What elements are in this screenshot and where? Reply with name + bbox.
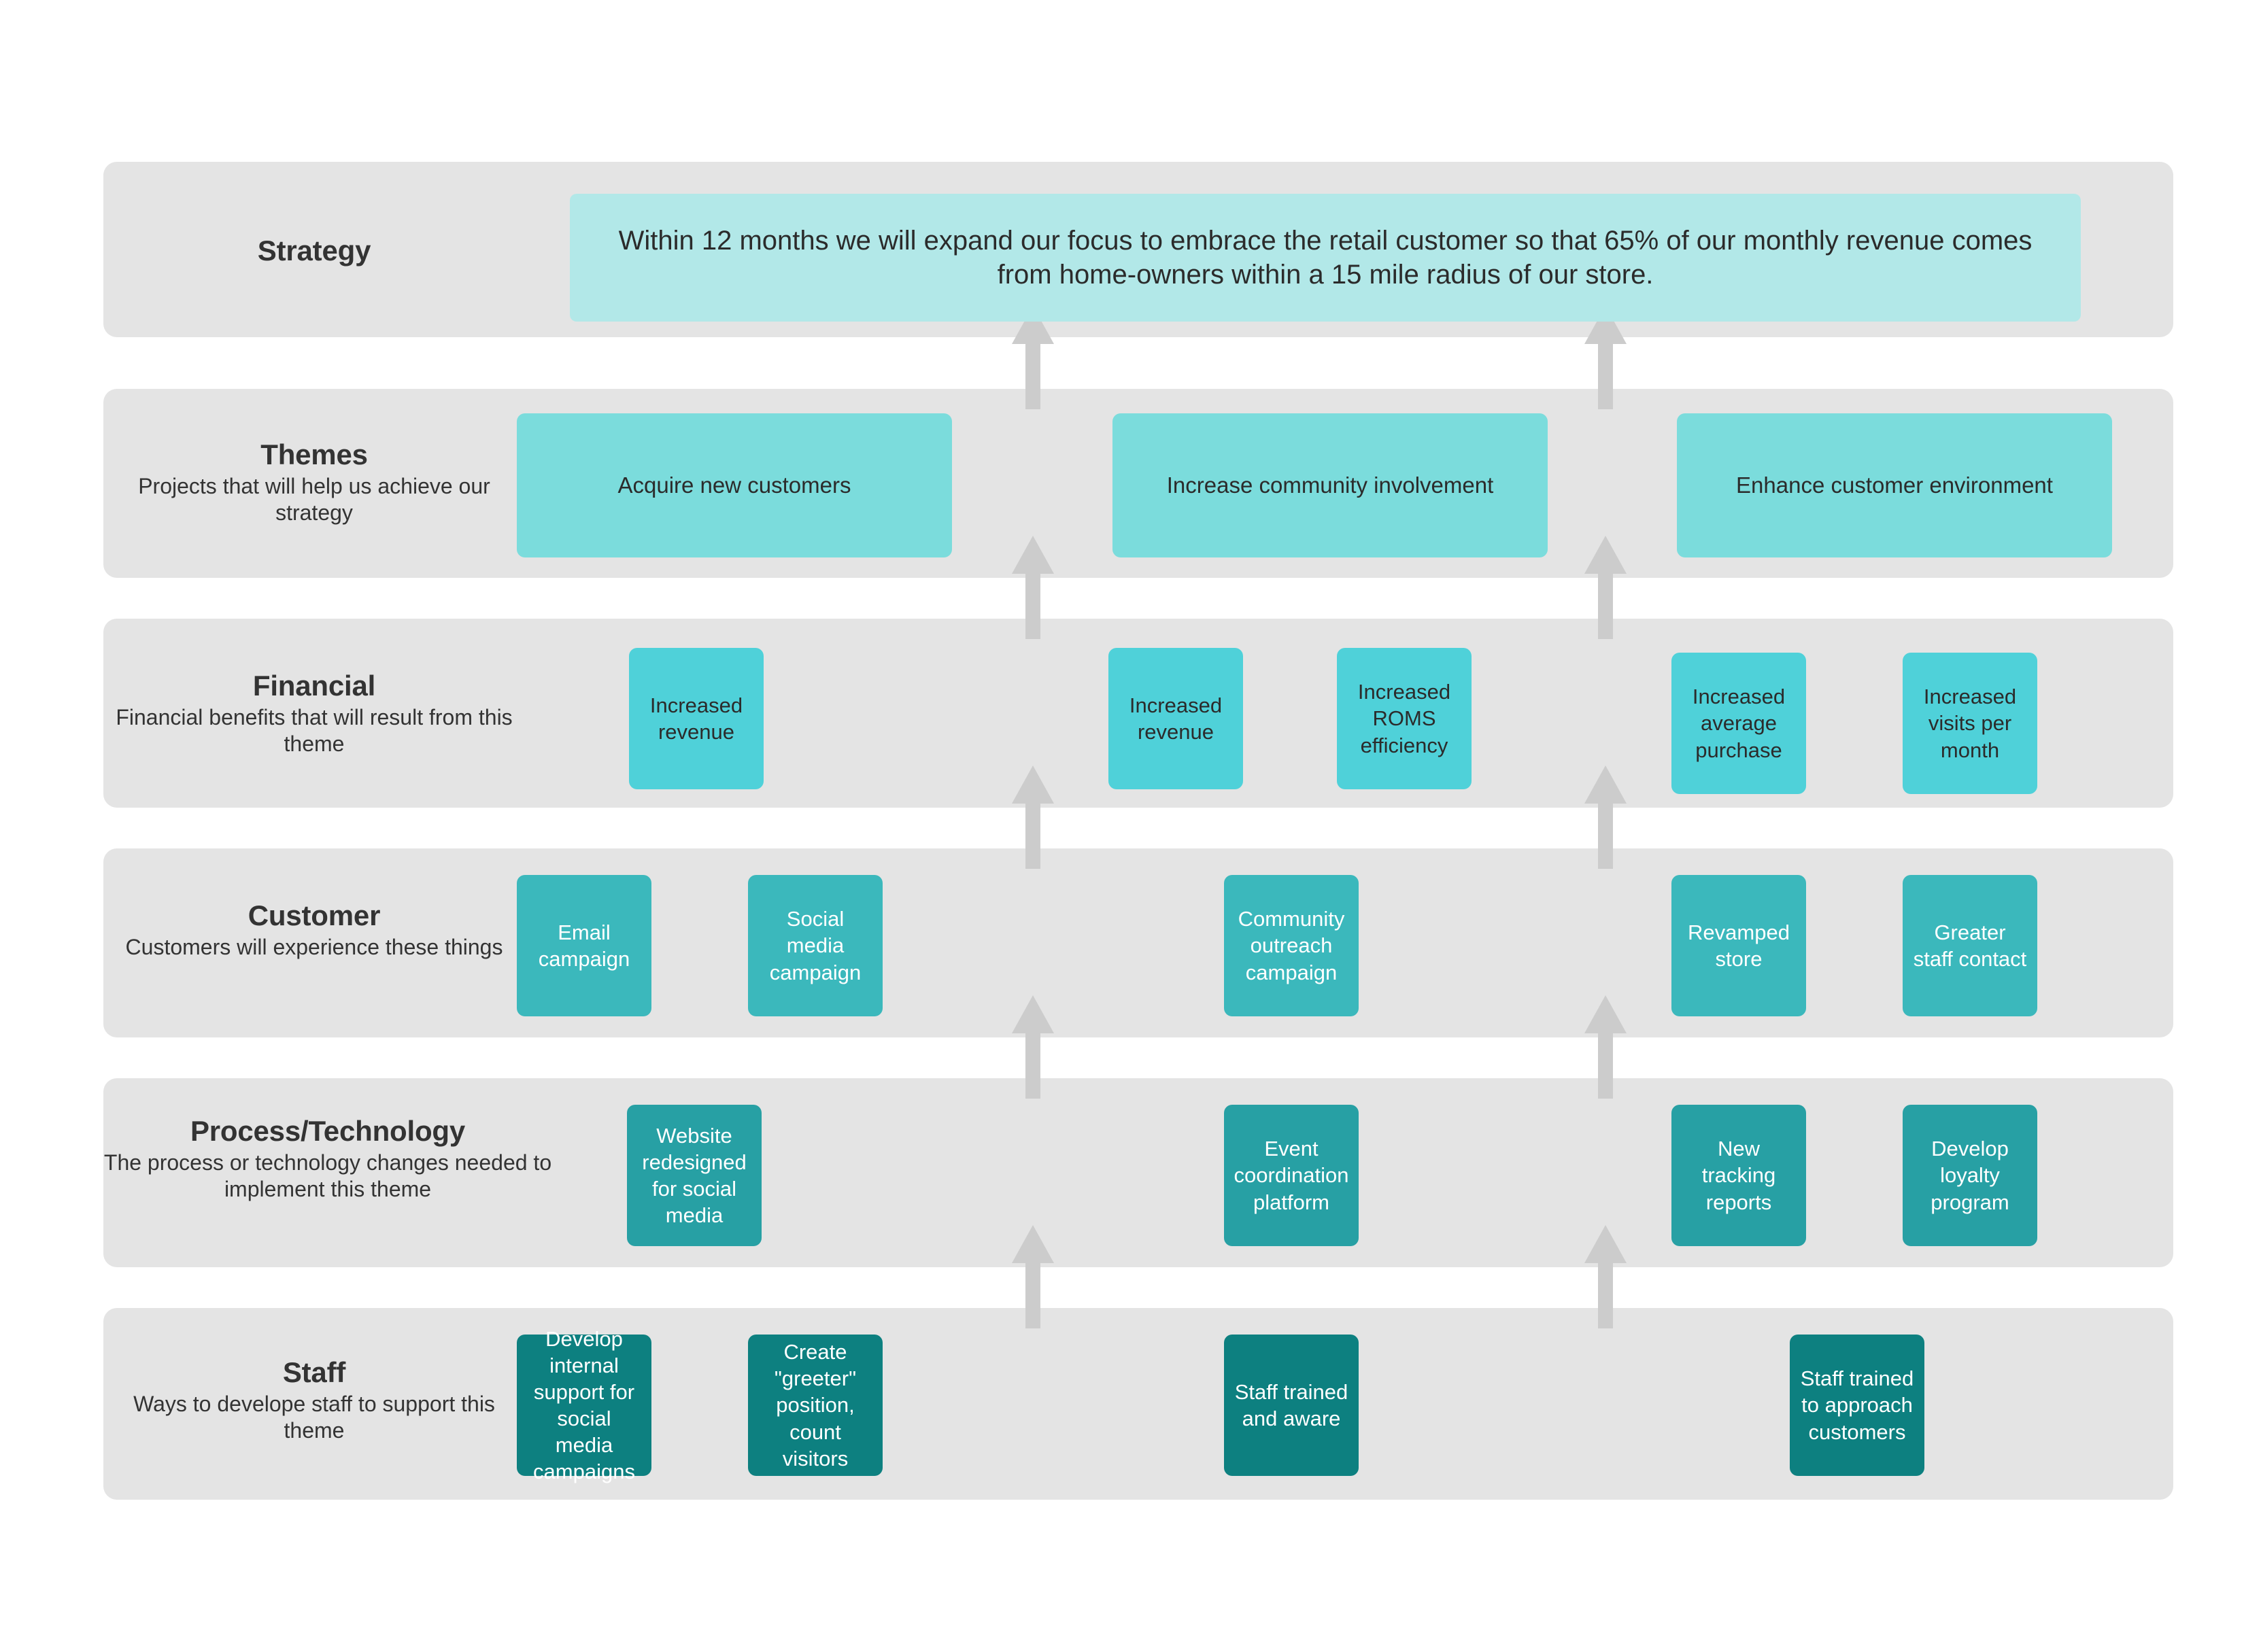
staff-label: Staff trained and aware — [1234, 1379, 1348, 1430]
arrow-up-themes-right — [1584, 536, 1627, 639]
row-title-themes: Themes — [260, 438, 368, 470]
arrow-up-customer-left — [1012, 995, 1054, 1099]
staff-label: Staff trained to approach customers — [1800, 1366, 1914, 1444]
arrow-up-financial-right — [1584, 765, 1627, 869]
financial-box-increased-visits-per-month[interactable]: Increased visits per month — [1903, 653, 2037, 794]
strategy-statement-box[interactable]: Within 12 months we will expand our focu… — [570, 194, 2081, 322]
arrow-up-financial-left — [1012, 765, 1054, 869]
process-box-event-coordination-platform[interactable]: Event coordination platform — [1224, 1105, 1359, 1246]
financial-label: Increased ROMS efficiency — [1357, 680, 1451, 757]
process-label: New tracking reports — [1701, 1137, 1776, 1214]
staff-box-develop-internal-support[interactable]: Develop internal support for social medi… — [517, 1327, 651, 1483]
financial-box-increased-revenue-1[interactable]: Increased revenue — [629, 648, 764, 789]
customer-label: Community outreach campaign — [1238, 907, 1345, 984]
customer-box-email-campaign[interactable]: Email campaign — [517, 875, 651, 1016]
staff-label: Develop internal support for social medi… — [533, 1326, 635, 1484]
row-title-strategy: Strategy — [257, 235, 371, 266]
row-desc-customer: Customers will experience these things — [125, 935, 503, 960]
process-label: Website redesigned for social media — [642, 1123, 747, 1228]
row-title-financial: Financial — [252, 670, 376, 702]
customer-box-community-outreach-campaign[interactable]: Community outreach campaign — [1224, 875, 1359, 1016]
strategy-statement-text: Within 12 months we will expand our focu… — [618, 225, 2033, 290]
row-title-customer: Customer — [248, 899, 381, 931]
customer-box-greater-staff-contact[interactable]: Greater staff contact — [1903, 875, 2037, 1016]
staff-label: Create "greeter" position, count visitor… — [774, 1340, 857, 1470]
row-desc-process: The process or technology changes needed… — [103, 1150, 552, 1202]
staff-box-create-greeter-position[interactable]: Create "greeter" position, count visitor… — [748, 1335, 883, 1476]
row-label-process: Process/Technology The process or techno… — [103, 1115, 552, 1203]
row-title-staff: Staff — [282, 1356, 346, 1388]
staff-box-staff-trained-and-aware[interactable]: Staff trained and aware — [1224, 1335, 1359, 1476]
financial-box-increased-roms-efficiency[interactable]: Increased ROMS efficiency — [1337, 648, 1472, 789]
customer-box-social-media-campaign[interactable]: Social media campaign — [748, 875, 883, 1016]
arrow-up-themes-left — [1012, 536, 1054, 639]
process-box-new-tracking-reports[interactable]: New tracking reports — [1671, 1105, 1806, 1246]
customer-label: Email campaign — [538, 920, 630, 971]
theme-label: Enhance customer environment — [1736, 472, 2053, 498]
financial-label: Increased revenue — [1129, 693, 1223, 744]
customer-label: Revamped store — [1688, 920, 1790, 971]
customer-box-revamped-store[interactable]: Revamped store — [1671, 875, 1806, 1016]
theme-label: Acquire new customers — [617, 472, 851, 498]
theme-box-acquire-new-customers[interactable]: Acquire new customers — [517, 413, 952, 557]
process-box-develop-loyalty-program[interactable]: Develop loyalty program — [1903, 1105, 2037, 1246]
staff-box-staff-trained-to-approach-customers[interactable]: Staff trained to approach customers — [1790, 1335, 1924, 1476]
theme-box-enhance-customer-environment[interactable]: Enhance customer environment — [1677, 413, 2112, 557]
financial-box-increased-revenue-2[interactable]: Increased revenue — [1108, 648, 1243, 789]
row-desc-financial: Financial benefits that will result from… — [116, 705, 513, 757]
row-desc-staff: Ways to develope staff to support this t… — [133, 1392, 495, 1443]
row-desc-themes: Projects that will help us achieve our s… — [138, 474, 490, 526]
customer-label: Greater staff contact — [1913, 920, 2027, 971]
process-label: Event coordination platform — [1234, 1137, 1349, 1214]
row-label-customer: Customer Customers will experience these… — [103, 899, 525, 961]
row-label-financial: Financial Financial benefits that will r… — [103, 670, 525, 757]
row-label-themes: Themes Projects that will help us achiev… — [103, 438, 525, 526]
customer-label: Social media campaign — [769, 907, 862, 984]
theme-box-increase-community-involvement[interactable]: Increase community involvement — [1112, 413, 1548, 557]
row-label-staff: Staff Ways to develope staff to support … — [103, 1356, 525, 1444]
financial-label: Increased average purchase — [1692, 685, 1786, 762]
row-title-process: Process/Technology — [190, 1115, 466, 1147]
arrow-up-process-left — [1012, 1225, 1054, 1328]
arrow-up-customer-right — [1584, 995, 1627, 1099]
process-label: Develop loyalty program — [1931, 1137, 2009, 1214]
financial-label: Increased revenue — [649, 693, 743, 744]
theme-label: Increase community involvement — [1166, 472, 1494, 498]
financial-label: Increased visits per month — [1923, 685, 2017, 762]
arrow-up-process-right — [1584, 1225, 1627, 1328]
row-label-strategy: Strategy — [103, 235, 525, 266]
process-box-website-redesigned[interactable]: Website redesigned for social media — [627, 1105, 762, 1246]
financial-box-increased-average-purchase[interactable]: Increased average purchase — [1671, 653, 1806, 794]
